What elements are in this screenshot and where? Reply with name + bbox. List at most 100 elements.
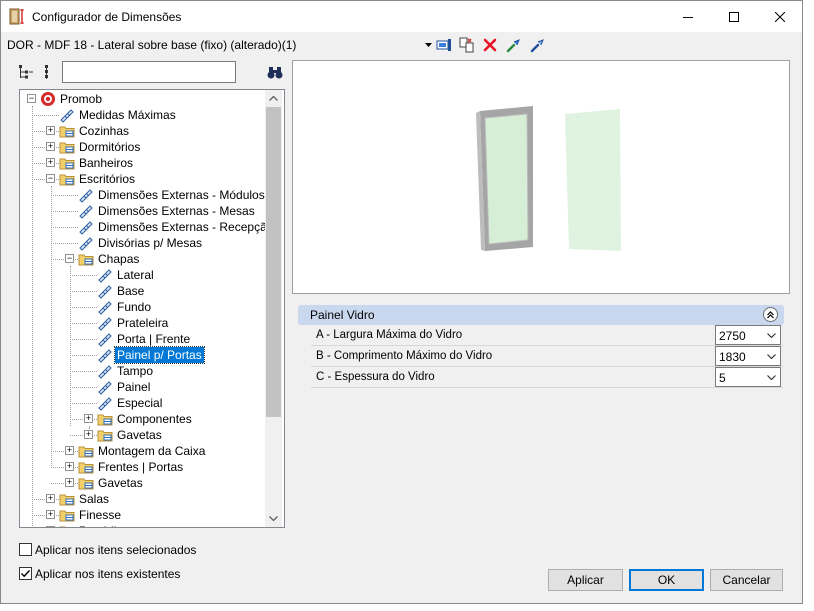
expand-icon[interactable]: + (46, 494, 55, 503)
category-tree[interactable]: − Promob Medidas Máximas + Cozinhas + Dormitór… (19, 89, 285, 528)
link-button[interactable] (505, 36, 523, 54)
tree-leaf-item[interactable]: Dimensões Externas - Mesas (20, 203, 266, 219)
copy-button[interactable] (458, 36, 476, 54)
expand-icon[interactable]: + (46, 158, 55, 167)
tree-item-label[interactable]: Banheiros (77, 155, 135, 171)
tree-item-label[interactable]: Salas (77, 491, 111, 507)
tree-search-input[interactable] (62, 61, 236, 83)
tree-folder-item[interactable]: + Portátil (20, 523, 266, 527)
tree-item-label[interactable]: Base (115, 283, 146, 299)
tree-leaf-item[interactable]: Medidas Máximas (20, 107, 266, 123)
scroll-thumb[interactable] (266, 107, 281, 417)
tree-leaf-item[interactable]: Porta | Frente (20, 331, 266, 347)
tree-item-label[interactable]: Prateleira (115, 315, 170, 331)
tree-item-label[interactable]: Painel (115, 379, 152, 395)
scroll-down-button[interactable] (265, 510, 282, 527)
tree-leaf-item[interactable]: Divisórias p/ Mesas (20, 235, 266, 251)
apply-selected-checkbox[interactable] (19, 543, 32, 556)
tree-item-label[interactable]: Dimensões Externas - Módulos (96, 187, 267, 203)
cancel-button[interactable]: Cancelar (710, 569, 783, 591)
tree-item-label[interactable]: Fundo (115, 299, 153, 315)
tree-scrollbar[interactable] (265, 90, 282, 527)
expand-icon[interactable]: + (65, 462, 74, 471)
minimize-button[interactable] (665, 1, 711, 32)
maximize-button[interactable] (711, 1, 757, 32)
tree-leaf-item[interactable]: Lateral (20, 267, 266, 283)
apply-existing-checkbox[interactable] (19, 567, 32, 580)
tree-leaf-item[interactable]: Prateleira (20, 315, 266, 331)
expand-icon[interactable]: + (46, 510, 55, 519)
scroll-up-button[interactable] (265, 90, 282, 107)
tree-item-label[interactable]: Componentes (115, 411, 194, 427)
collapse-group-button[interactable] (763, 307, 778, 322)
ok-button[interactable]: OK (629, 569, 704, 591)
tree-item-label[interactable]: Tampo (115, 363, 155, 379)
tree-item-label[interactable]: Medidas Máximas (77, 107, 178, 123)
tree-item-label[interactable]: Gavetas (96, 475, 145, 491)
tree-folder-item[interactable]: + Dormitórios (20, 139, 266, 155)
tree-folder-item[interactable]: + Salas (20, 491, 266, 507)
expand-icon[interactable]: + (84, 414, 93, 423)
tree-item-label[interactable]: Especial (115, 395, 164, 411)
tree-item-label[interactable]: Portátil (77, 523, 118, 527)
screen-button[interactable] (435, 36, 453, 54)
tree-folder-item[interactable]: − Chapas (20, 251, 266, 267)
tree-item-label[interactable]: Painel p/ Portas (114, 346, 205, 364)
length-select[interactable]: 1830 (715, 346, 781, 366)
width-select[interactable]: 2750 (715, 325, 781, 345)
tree-connector (70, 403, 97, 404)
binoculars-icon[interactable] (267, 64, 283, 80)
tree-folder-item[interactable]: + Frentes | Portas (20, 459, 266, 475)
thickness-select[interactable]: 5 (715, 367, 781, 387)
tree-leaf-item[interactable]: Fundo (20, 299, 266, 315)
expand-icon[interactable]: + (65, 478, 74, 487)
tree-folder-item[interactable]: + Finesse (20, 507, 266, 523)
tree-item-label[interactable]: Dimensões Externas - Mesas (96, 203, 257, 219)
tree-item-label[interactable]: Dimensões Externas - Recepção (96, 219, 275, 235)
tree-folder-item[interactable]: + Cozinhas (20, 123, 266, 139)
tree-item-label[interactable]: Escritórios (77, 171, 137, 187)
tree-item-label[interactable]: Chapas (96, 251, 141, 267)
collapse-icon[interactable]: − (27, 94, 36, 103)
tree-item-label[interactable]: Frentes | Portas (96, 459, 185, 475)
expand-icon[interactable]: + (46, 126, 55, 135)
tree-item-label[interactable]: Montagem da Caixa (96, 443, 207, 459)
edit-link-button[interactable] (529, 36, 547, 54)
tree-leaf-item[interactable]: Especial (20, 395, 266, 411)
expand-icon[interactable]: + (46, 142, 55, 151)
tree-list-icon[interactable] (41, 64, 57, 80)
tree-item-label[interactable]: Divisórias p/ Mesas (96, 235, 204, 251)
tree-item-label[interactable]: Promob (58, 91, 104, 107)
delete-button[interactable] (481, 36, 499, 54)
tree-leaf-item[interactable]: Dimensões Externas - Recepção (20, 219, 273, 235)
tree-folder-item[interactable]: + Gavetas (20, 427, 266, 443)
close-button[interactable] (757, 1, 802, 32)
apply-selected-label[interactable]: Aplicar nos itens selecionados (35, 543, 196, 557)
tree-item-label[interactable]: Dormitórios (77, 139, 142, 155)
tree-expand-icon[interactable] (18, 64, 34, 80)
apply-existing-label[interactable]: Aplicar nos itens existentes (35, 567, 180, 581)
tree-item-label[interactable]: Porta | Frente (115, 331, 192, 347)
expand-icon[interactable]: + (84, 430, 93, 439)
property-group-header[interactable]: Painel Vidro (298, 305, 784, 325)
tree-item-label[interactable]: Lateral (115, 267, 156, 283)
expand-icon[interactable]: + (46, 526, 55, 527)
tree-leaf-item[interactable]: Base (20, 283, 266, 299)
tree-item-label[interactable]: Finesse (77, 507, 123, 523)
tree-folder-item[interactable]: + Gavetas (20, 475, 266, 491)
expand-icon[interactable]: + (65, 446, 74, 455)
tree-item-label[interactable]: Gavetas (115, 427, 164, 443)
tree-leaf-item[interactable]: Painel (20, 379, 266, 395)
tree-folder-item[interactable]: + Componentes (20, 411, 266, 427)
tree-folder-item[interactable]: − Promob (20, 91, 266, 107)
tree-leaf-item[interactable]: Tampo (20, 363, 266, 379)
tree-folder-item[interactable]: − Escritórios (20, 171, 266, 187)
collapse-icon[interactable]: − (46, 174, 55, 183)
tree-folder-item[interactable]: + Banheiros (20, 155, 266, 171)
tree-leaf-item[interactable]: Dimensões Externas - Módulos (20, 187, 266, 203)
apply-button[interactable]: Aplicar (548, 569, 623, 591)
collapse-icon[interactable]: − (65, 254, 74, 263)
tree-leaf-item[interactable]: Painel p/ Portas (20, 346, 266, 364)
tree-item-label[interactable]: Cozinhas (77, 123, 131, 139)
tree-folder-item[interactable]: + Montagem da Caixa (20, 443, 266, 459)
